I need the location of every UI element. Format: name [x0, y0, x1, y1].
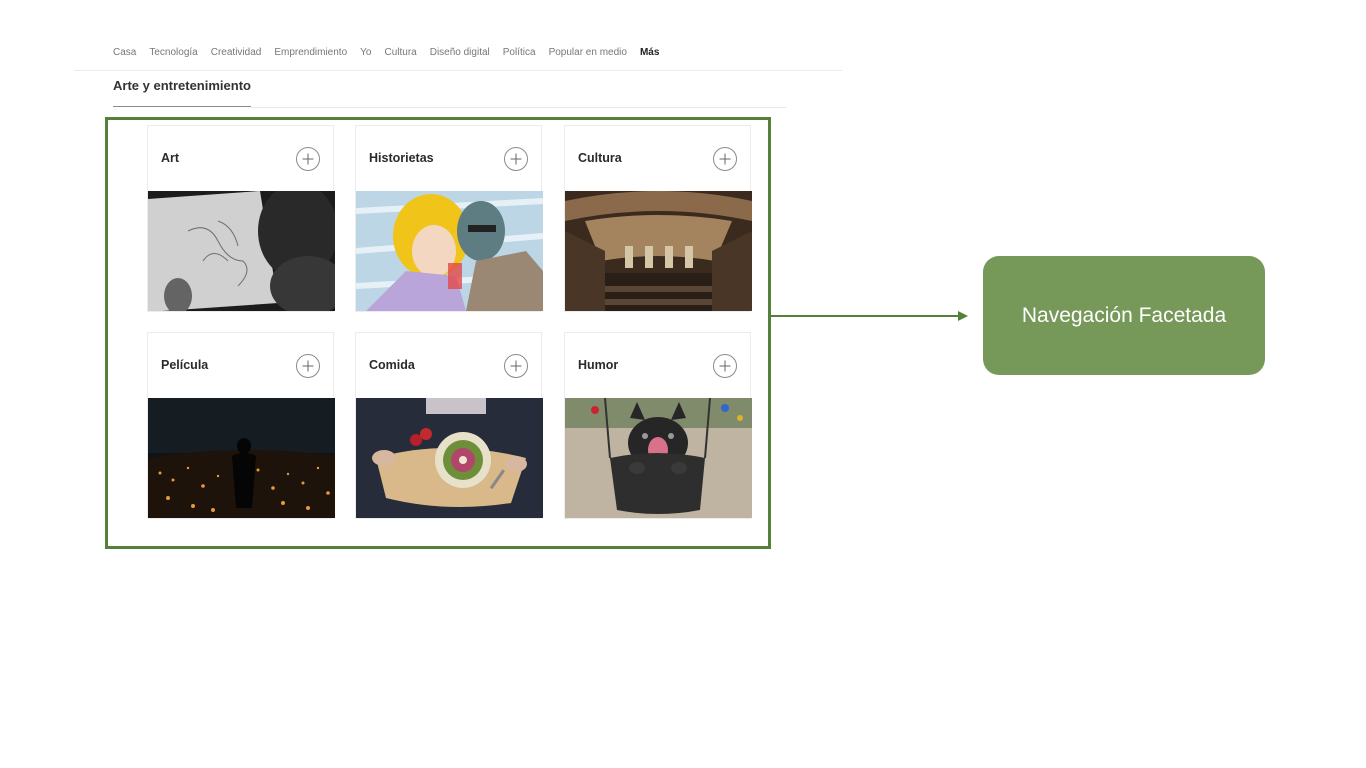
nav-item-politica[interactable]: Política [503, 46, 536, 60]
card-label: Humor [578, 358, 619, 372]
nav-divider [74, 70, 842, 71]
library-photo [565, 191, 752, 311]
drawing-photo [148, 191, 335, 311]
nav-item-creatividad[interactable]: Creatividad [211, 46, 262, 60]
callout-label: Navegación Facetada [1021, 303, 1227, 327]
card-label: Película [161, 358, 209, 372]
follow-plus-icon[interactable] [713, 354, 737, 378]
nav-item-cultura[interactable]: Cultura [384, 46, 416, 60]
dog-photo [565, 398, 752, 518]
section-tab-underline [113, 106, 251, 107]
nav-item-mas[interactable]: Más [640, 46, 659, 60]
nav-item-diseno-digital[interactable]: Diseño digital [430, 46, 490, 60]
top-nav: Casa Tecnología Creatividad Emprendimien… [113, 46, 659, 60]
callout-box: Navegación Facetada [983, 256, 1265, 375]
comic-photo [356, 191, 543, 311]
food-photo [356, 398, 543, 518]
card-label: Art [161, 151, 180, 165]
follow-plus-icon[interactable] [504, 354, 528, 378]
topic-card-humor[interactable]: Humor [564, 332, 752, 519]
callout-arrow-head-icon [958, 311, 968, 321]
follow-plus-icon[interactable] [504, 147, 528, 171]
nav-item-emprendimiento[interactable]: Emprendimiento [274, 46, 347, 60]
follow-plus-icon[interactable] [713, 147, 737, 171]
night-city-photo [148, 398, 335, 518]
follow-plus-icon[interactable] [296, 354, 320, 378]
card-label: Cultura [578, 151, 622, 165]
topic-card-cultura[interactable]: Cultura [564, 125, 752, 312]
section-divider [251, 107, 786, 108]
topic-card-comida[interactable]: Comida [355, 332, 543, 519]
section-title[interactable]: Arte y entretenimiento [113, 78, 251, 93]
topic-card-pelicula[interactable]: Película [147, 332, 335, 519]
follow-plus-icon[interactable] [296, 147, 320, 171]
card-label: Comida [369, 358, 415, 372]
nav-item-casa[interactable]: Casa [113, 46, 136, 60]
nav-item-yo[interactable]: Yo [360, 46, 371, 60]
callout-arrow [770, 315, 959, 317]
topic-card-art[interactable]: Art [147, 125, 335, 312]
nav-item-popular[interactable]: Popular en medio [549, 46, 627, 60]
card-label: Historietas [369, 151, 434, 165]
topic-card-historietas[interactable]: Historietas [355, 125, 543, 312]
nav-item-tecnologia[interactable]: Tecnología [149, 46, 197, 60]
